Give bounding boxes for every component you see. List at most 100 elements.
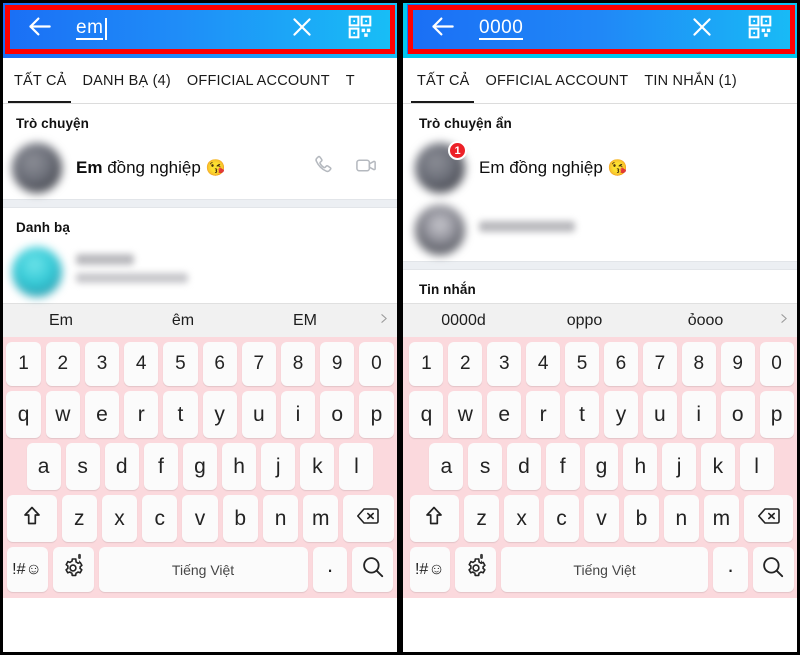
keyboard-search-key[interactable]	[352, 547, 394, 592]
key-n[interactable]: n	[663, 495, 699, 542]
keyboard-suggestion-bar-left[interactable]: Em êm EM	[0, 303, 400, 337]
keyboard-suggestion-bar-right[interactable]: 0000d oppo ỏooo	[403, 303, 800, 337]
suggestion-expand-button[interactable]	[366, 312, 400, 330]
suggestion-word-2[interactable]: oppo	[524, 312, 645, 330]
shift-key[interactable]	[409, 495, 460, 542]
spacebar-key[interactable]: Tiếng Việt	[500, 547, 709, 592]
tab-tat-ca[interactable]: TẤT CẢ	[403, 58, 478, 103]
key-v[interactable]: v	[182, 495, 218, 542]
key-t[interactable]: t	[163, 391, 198, 438]
key-7[interactable]: 7	[241, 342, 276, 386]
key-y[interactable]: y	[604, 391, 638, 438]
search-input-left[interactable]: em	[62, 6, 280, 52]
spacebar-key[interactable]: Tiếng Việt	[98, 547, 308, 592]
key-s[interactable]: s	[65, 443, 100, 490]
key-7[interactable]: 7	[642, 342, 677, 386]
symbols-key[interactable]: !#☺	[6, 547, 48, 592]
suggestion-word-3[interactable]: EM	[244, 312, 366, 330]
keyboard-search-key[interactable]	[752, 547, 794, 592]
backspace-key[interactable]	[743, 495, 794, 542]
key-t[interactable]: t	[565, 391, 599, 438]
key-r[interactable]: r	[124, 391, 159, 438]
backspace-key[interactable]	[343, 495, 394, 542]
key-x[interactable]: x	[504, 495, 540, 542]
suggestion-word-2[interactable]: êm	[122, 312, 244, 330]
key-u[interactable]: u	[241, 391, 276, 438]
virtual-keyboard-left[interactable]: 1 2 3 4 5 6 7 8 9 0 q w e r t y u i o p …	[0, 337, 400, 598]
key-e[interactable]: e	[84, 391, 120, 438]
phone-call-icon[interactable]	[312, 154, 335, 182]
key-h[interactable]: h	[623, 443, 658, 490]
key-1[interactable]: 1	[409, 342, 444, 386]
key-f[interactable]: f	[143, 443, 178, 490]
key-k[interactable]: k	[300, 443, 335, 490]
key-4[interactable]: 4	[124, 342, 159, 386]
search-tabs-left[interactable]: TẤT CẢ DANH BẠ (4) OFFICIAL ACCOUNT T	[0, 58, 400, 104]
key-m[interactable]: m	[303, 495, 339, 542]
clear-search-button[interactable]	[680, 7, 724, 51]
key-d[interactable]: d	[104, 443, 139, 490]
key-4[interactable]: 4	[526, 342, 561, 386]
key-f[interactable]: f	[545, 443, 580, 490]
back-button[interactable]	[16, 6, 62, 52]
key-6[interactable]: 6	[604, 342, 638, 386]
key-o[interactable]: o	[720, 391, 755, 438]
key-i[interactable]: i	[681, 391, 716, 438]
key-v[interactable]: v	[584, 495, 619, 542]
key-9[interactable]: 9	[720, 342, 755, 386]
clear-search-button[interactable]	[280, 7, 324, 51]
key-p[interactable]: p	[759, 391, 794, 438]
key-0[interactable]: 0	[759, 342, 794, 386]
key-n[interactable]: n	[262, 495, 299, 542]
key-d[interactable]: d	[507, 443, 541, 490]
key-i[interactable]: i	[280, 391, 316, 438]
key-a[interactable]: a	[429, 443, 464, 490]
suggestion-expand-button[interactable]	[766, 312, 800, 330]
key-s[interactable]: s	[468, 443, 503, 490]
key-w[interactable]: w	[45, 391, 80, 438]
period-key[interactable]: .	[312, 547, 348, 592]
key-1[interactable]: 1	[6, 342, 41, 386]
key-u[interactable]: u	[642, 391, 677, 438]
keyboard-settings-key[interactable]	[455, 547, 496, 592]
suggestion-word-1[interactable]: 0000d	[403, 312, 524, 330]
result-row-contact[interactable]	[0, 241, 400, 303]
key-5[interactable]: 5	[163, 342, 198, 386]
key-6[interactable]: 6	[202, 342, 237, 386]
search-input-right[interactable]: 0000	[465, 6, 680, 52]
key-2[interactable]: 2	[45, 342, 80, 386]
search-tabs-right[interactable]: TẤT CẢ OFFICIAL ACCOUNT TIN NHẮN (1)	[403, 58, 800, 104]
key-h[interactable]: h	[222, 443, 257, 490]
key-a[interactable]: a	[26, 443, 61, 490]
key-y[interactable]: y	[202, 391, 237, 438]
key-0[interactable]: 0	[359, 342, 394, 386]
key-z[interactable]: z	[61, 495, 97, 542]
shift-key[interactable]	[6, 495, 57, 542]
key-c[interactable]: c	[142, 495, 178, 542]
result-row-hidden-blurred[interactable]	[403, 199, 800, 261]
key-w[interactable]: w	[448, 391, 483, 438]
key-l[interactable]: l	[339, 443, 374, 490]
key-r[interactable]: r	[526, 391, 561, 438]
back-button[interactable]	[419, 6, 465, 52]
key-z[interactable]: z	[464, 495, 500, 542]
key-g[interactable]: g	[584, 443, 619, 490]
symbols-key[interactable]: !#☺	[409, 547, 451, 592]
key-c[interactable]: c	[544, 495, 580, 542]
result-row-chat[interactable]: Em đồng nghiệp 😘	[0, 137, 400, 199]
qr-scan-button[interactable]	[738, 7, 782, 51]
key-q[interactable]: q	[6, 391, 41, 438]
key-5[interactable]: 5	[565, 342, 599, 386]
key-m[interactable]: m	[703, 495, 739, 542]
key-j[interactable]: j	[662, 443, 696, 490]
key-j[interactable]: j	[261, 443, 296, 490]
tab-tat-ca[interactable]: TẤT CẢ	[0, 58, 75, 103]
tab-official-account[interactable]: OFFICIAL ACCOUNT	[478, 58, 637, 103]
video-call-icon[interactable]	[355, 154, 378, 182]
suggestion-word-1[interactable]: Em	[0, 312, 122, 330]
key-l[interactable]: l	[739, 443, 774, 490]
row-action-buttons[interactable]	[312, 154, 388, 182]
key-p[interactable]: p	[359, 391, 394, 438]
tab-danh-ba[interactable]: DANH BẠ (4)	[75, 58, 179, 103]
virtual-keyboard-right[interactable]: 1 2 3 4 5 6 7 8 9 0 q w e r t y u i o p …	[403, 337, 800, 598]
